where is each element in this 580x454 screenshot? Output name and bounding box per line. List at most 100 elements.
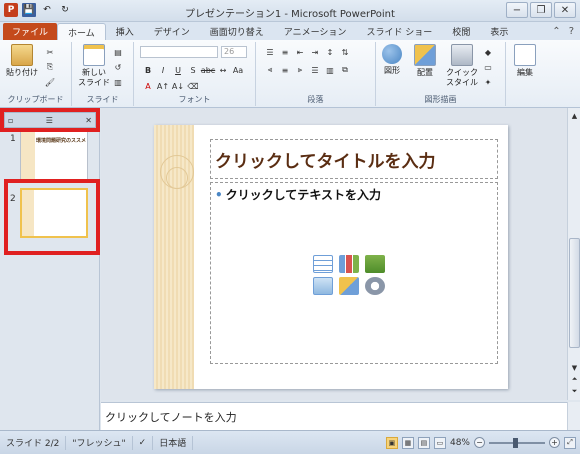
- align-left-icon[interactable]: ⫷: [264, 64, 276, 76]
- insert-media-icon[interactable]: [365, 277, 385, 295]
- insert-table-icon[interactable]: [313, 255, 333, 273]
- theme-name[interactable]: "フレッシュ": [66, 435, 133, 450]
- text-direction-icon[interactable]: ⇅: [339, 46, 351, 58]
- spacing-icon[interactable]: ↔: [217, 64, 229, 76]
- close-button[interactable]: ✕: [554, 2, 576, 18]
- line-spacing-icon[interactable]: ↕: [324, 46, 336, 58]
- tab-animations[interactable]: アニメーション: [274, 23, 357, 40]
- tab-insert[interactable]: 挿入: [106, 23, 144, 40]
- section-icon[interactable]: ▥: [112, 76, 124, 88]
- italic-icon[interactable]: I: [157, 64, 169, 76]
- align-center-icon[interactable]: ≡: [279, 64, 291, 76]
- spellcheck-icon[interactable]: ✓: [133, 435, 154, 450]
- binoculars-icon: [514, 44, 536, 66]
- shape-effects-icon[interactable]: ✦: [482, 76, 494, 88]
- insert-picture-icon[interactable]: [313, 277, 333, 295]
- tab-file[interactable]: ファイル: [3, 23, 58, 40]
- copy-icon[interactable]: ⎘: [44, 61, 56, 73]
- slides-panel: ▫ ☰ ✕ 1 環境問題研究のススメ 2: [0, 108, 100, 430]
- reading-view-icon[interactable]: ▤: [417, 436, 430, 449]
- slide-canvas[interactable]: クリックしてタイトルを入力 • クリックしてテキストを入力: [154, 125, 508, 389]
- tab-review[interactable]: 校閲: [442, 23, 480, 40]
- group-paragraph: ☰ ≡ ⇤ ⇥ ↕ ⇅ ⫷ ≡ ⫸ ☰ ▥ ⧉ 段落: [256, 42, 376, 106]
- tab-home[interactable]: ホーム: [57, 23, 106, 40]
- group-label-drawing: 図形描画: [424, 95, 457, 104]
- arrange-icon: [414, 44, 436, 66]
- insert-smartart-icon[interactable]: [365, 255, 385, 273]
- vertical-scrollbar[interactable]: ▲ ▼ ⏶ ⏷: [567, 108, 580, 400]
- shrink-font-icon[interactable]: A↓: [172, 80, 184, 92]
- smartart-icon[interactable]: ⧉: [339, 64, 351, 76]
- slide1-title: 環境問題研究のススメ: [36, 138, 87, 144]
- columns-icon[interactable]: ▥: [324, 64, 336, 76]
- scroll-down-icon[interactable]: ▼: [569, 362, 580, 373]
- quick-styles-button[interactable]: クイック スタイル: [446, 44, 478, 88]
- case-icon[interactable]: Aa: [232, 64, 244, 76]
- slideshow-view-icon[interactable]: ▭: [433, 436, 446, 449]
- arrange-button[interactable]: 配置: [414, 44, 436, 78]
- notes-scrollbar[interactable]: [567, 402, 580, 430]
- shape-outline-icon[interactable]: ▭: [482, 61, 494, 73]
- scroll-up-icon[interactable]: ▲: [569, 110, 580, 121]
- strikethrough-icon[interactable]: abc: [201, 64, 215, 76]
- numbering-icon[interactable]: ≡: [279, 46, 291, 58]
- slide1-number: 1: [10, 134, 16, 144]
- justify-icon[interactable]: ☰: [309, 64, 321, 76]
- layout-icon[interactable]: ▤: [112, 46, 124, 58]
- shadow-icon[interactable]: S: [187, 64, 199, 76]
- insert-chart-icon[interactable]: [339, 255, 359, 273]
- bold-icon[interactable]: B: [142, 64, 154, 76]
- clear-format-icon[interactable]: ⌫: [187, 80, 199, 92]
- next-slide-icon[interactable]: ⏷: [569, 386, 580, 397]
- help-icon[interactable]: ?: [569, 26, 574, 37]
- language-indicator[interactable]: 日本語: [153, 435, 194, 450]
- normal-view-icon[interactable]: ▣: [385, 436, 398, 449]
- tab-design[interactable]: デザイン: [144, 23, 200, 40]
- quick-styles-icon: [451, 44, 473, 66]
- indent-icon[interactable]: ⇥: [309, 46, 321, 58]
- zoom-in-icon[interactable]: +: [549, 437, 560, 448]
- reset-icon[interactable]: ↺: [112, 61, 124, 73]
- notes-placeholder: クリックしてノートを入力: [105, 411, 237, 424]
- zoom-slider[interactable]: [489, 437, 545, 448]
- format-painter-icon[interactable]: 🖌: [44, 76, 56, 88]
- slide-sorter-icon[interactable]: ▦: [401, 436, 414, 449]
- font-name-combo[interactable]: [140, 46, 218, 58]
- group-font: 26 B I U S abc ↔ Aa A A↑ A↓ ⌫ フォント: [134, 42, 256, 106]
- slide-counter: スライド 2/2: [0, 435, 67, 450]
- slide-thumbnail-1[interactable]: 環境問題研究のススメ: [20, 130, 88, 180]
- bullets-icon[interactable]: ☰: [264, 46, 276, 58]
- fit-to-window-icon[interactable]: ⤢: [564, 436, 576, 449]
- restore-button[interactable]: ❐: [530, 2, 552, 18]
- content-insert-icons: [313, 255, 387, 295]
- title-bar: P 💾 ↶ ↻ プレゼンテーション1 - Microsoft PowerPoin…: [0, 0, 580, 22]
- font-color-icon[interactable]: A: [142, 80, 154, 92]
- zoom-out-icon[interactable]: −: [474, 437, 485, 448]
- font-size-combo[interactable]: 26: [221, 46, 247, 58]
- tab-view[interactable]: 表示: [480, 23, 518, 40]
- previous-slide-icon[interactable]: ⏶: [569, 374, 580, 385]
- minimize-button[interactable]: −: [506, 2, 528, 18]
- insert-clipart-icon[interactable]: [339, 277, 359, 295]
- outdent-icon[interactable]: ⇤: [294, 46, 306, 58]
- new-slide-button[interactable]: 新しい スライド: [78, 44, 110, 88]
- shapes-button[interactable]: 図形: [382, 44, 402, 76]
- zoom-level[interactable]: 48%: [450, 438, 470, 448]
- tab-slideshow[interactable]: スライド ショー: [356, 23, 442, 40]
- minimize-ribbon-icon[interactable]: ⌃: [552, 26, 560, 37]
- ribbon-tabs: ファイル ホーム 挿入 デザイン 画面切り替え アニメーション スライド ショー…: [0, 22, 580, 40]
- notes-pane[interactable]: クリックしてノートを入力: [101, 402, 567, 430]
- paste-button[interactable]: 貼り付け: [6, 44, 38, 78]
- body-bullet: • クリックしてテキストを入力: [215, 188, 381, 202]
- content-placeholder[interactable]: • クリックしてテキストを入力: [210, 182, 498, 364]
- title-placeholder[interactable]: クリックしてタイトルを入力: [210, 139, 498, 179]
- group-editing: 編集: [506, 42, 546, 106]
- edit-button[interactable]: 編集: [514, 44, 536, 78]
- shape-fill-icon[interactable]: ◆: [482, 46, 494, 58]
- grow-font-icon[interactable]: A↑: [157, 80, 169, 92]
- align-right-icon[interactable]: ⫸: [294, 64, 306, 76]
- underline-icon[interactable]: U: [172, 64, 184, 76]
- tab-transitions[interactable]: 画面切り替え: [200, 23, 274, 40]
- cut-icon[interactable]: ✂: [44, 46, 56, 58]
- scrollbar-thumb[interactable]: [569, 238, 580, 348]
